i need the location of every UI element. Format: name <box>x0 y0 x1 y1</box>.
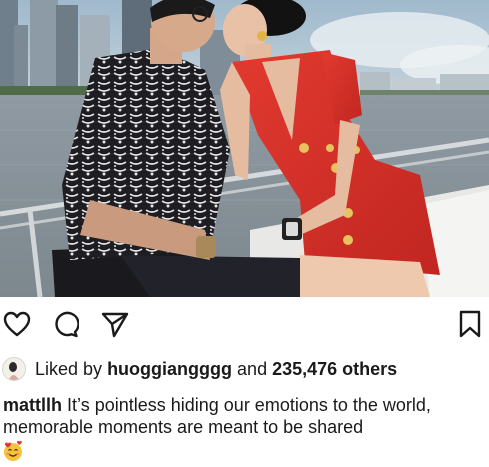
save-button[interactable] <box>455 309 485 339</box>
couple-on-boat-photo <box>0 0 489 297</box>
bookmark-icon <box>459 310 481 338</box>
paper-plane-icon <box>101 312 129 338</box>
comment-bubble-icon <box>55 311 79 338</box>
liker-avatar-image <box>3 358 25 380</box>
liker-avatar[interactable] <box>2 357 26 381</box>
likes-others-count[interactable]: 235,476 others <box>272 359 397 380</box>
caption-username[interactable]: mattllh <box>3 395 62 415</box>
liker-username[interactable]: huoggiangggg <box>107 359 232 380</box>
caption-text: It’s pointless hiding our emotions to th… <box>3 395 431 437</box>
post-photo[interactable] <box>0 0 489 297</box>
comment-button[interactable] <box>50 309 80 339</box>
like-button[interactable] <box>2 309 32 339</box>
share-button[interactable] <box>100 309 130 339</box>
post-action-bar <box>0 305 489 345</box>
likes-summary[interactable]: Liked by huoggiangggg and 235,476 others <box>2 356 397 382</box>
likes-connector: and <box>237 358 268 379</box>
heart-icon <box>3 311 31 337</box>
post-caption: mattllh It’s pointless hiding our emotio… <box>3 394 487 438</box>
smiling-face-with-hearts-icon <box>2 440 24 462</box>
likes-prefix: Liked by <box>35 358 103 379</box>
